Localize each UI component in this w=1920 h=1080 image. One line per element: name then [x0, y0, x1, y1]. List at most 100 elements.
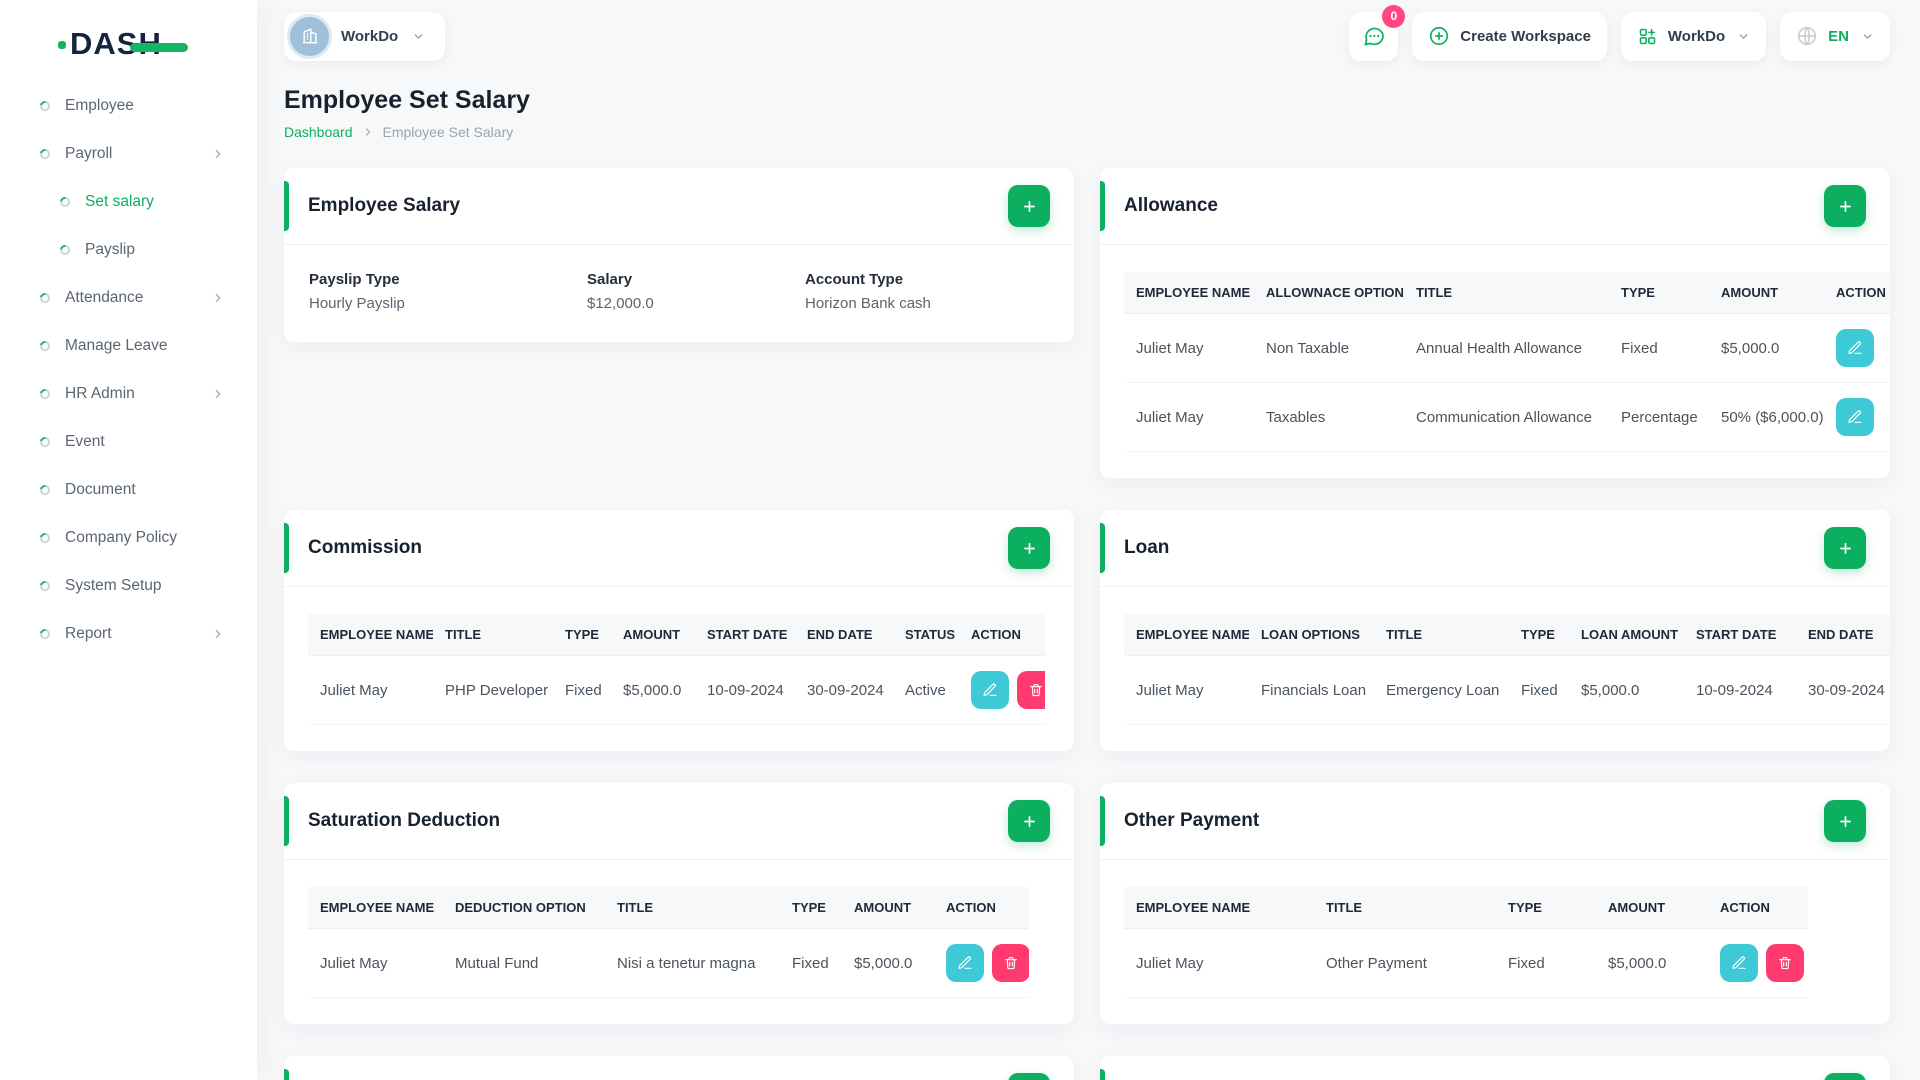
sidebar-item-label: HR Admin: [65, 385, 135, 402]
topbar: WorkDo 0 Create Workspace WorkDo EN: [284, 0, 1890, 72]
action-cell: [1708, 928, 1808, 998]
breadcrumb-separator-icon: [362, 126, 374, 138]
allowance-table: EMPLOYEE NAME ALLOWNACE OPTION TITLE TYPE AM…: [1124, 272, 1890, 452]
messenger-button[interactable]: 0: [1349, 4, 1406, 61]
card-header: Employee Salary: [284, 168, 1074, 244]
sidebar-item-label: System Setup: [65, 577, 162, 594]
table-row: Juliet May PHP Developer Fixed $5,000.0 10-0…: [308, 655, 1045, 725]
add-allowance-button[interactable]: [1824, 185, 1866, 227]
table-cell: Non Taxable: [1254, 313, 1404, 383]
cards-grid: Employee Salary Payslip Type Hourly Pays…: [284, 168, 1890, 1080]
add-commission-button[interactable]: [1008, 527, 1050, 569]
column-header: LOAN OPTIONS: [1249, 614, 1374, 656]
chat-bubble-icon: [1364, 27, 1384, 46]
delete-button[interactable]: [1017, 671, 1045, 709]
sidebar-item-manage-leave[interactable]: Manage Leave: [0, 322, 257, 370]
workspace-name: WorkDo: [341, 27, 399, 45]
sidebar-item-document[interactable]: Document: [0, 466, 257, 514]
table-cell: Juliet May: [308, 655, 433, 725]
table-cell: Fixed: [1509, 655, 1569, 725]
table-cell: Fixed: [1609, 313, 1709, 383]
sidebar-item-report[interactable]: Report: [0, 610, 257, 658]
sidebar-item-hr-admin[interactable]: HR Admin: [0, 370, 257, 418]
app-logo[interactable]: DASH: [58, 26, 188, 62]
column-header: TYPE: [553, 614, 611, 656]
sidebar-item-set-salary[interactable]: Set salary: [0, 178, 257, 226]
column-header: EMPLOYEE NAME: [1124, 887, 1314, 929]
chevron-right-icon: [211, 387, 225, 401]
allowance-card: Allowance EMPLOYEE NAME ALLOWNACE OPTION T…: [1100, 168, 1890, 478]
table-cell: Taxables: [1254, 382, 1404, 452]
table-cell: Other Payment: [1314, 928, 1496, 998]
sidebar-item-company-policy[interactable]: Company Policy: [0, 514, 257, 562]
saturation-table: EMPLOYEE NAME DEDUCTION OPTION TITLE TYPE AM…: [308, 887, 1029, 998]
edit-button[interactable]: [1836, 329, 1874, 367]
sidebar-item-attendance[interactable]: Attendance: [0, 274, 257, 322]
workspace-avatar: [290, 16, 329, 56]
table-cell: $5,000.0: [842, 928, 934, 998]
field-value: Hourly Payslip: [309, 295, 405, 312]
delete-button[interactable]: [992, 944, 1029, 982]
sidebar-item-label: Employee: [65, 97, 134, 114]
sidebar-item-payslip[interactable]: Payslip: [0, 226, 257, 274]
add-loan-button[interactable]: [1824, 527, 1866, 569]
chevron-down-icon: [412, 30, 425, 43]
workdo-apps-button[interactable]: WorkDo: [1620, 11, 1767, 61]
edit-button[interactable]: [971, 671, 1009, 709]
grid-plus-icon: [1637, 26, 1658, 47]
table-cell: PHP Developer: [433, 655, 553, 725]
loan-table-wrap: EMPLOYEE NAME LOAN OPTIONS TITLE TYPE LOAN A…: [1100, 587, 1890, 751]
action-cell: [934, 928, 1029, 998]
sidebar-item-label: Set salary: [85, 193, 154, 210]
workspace-selector[interactable]: WorkDo: [284, 11, 446, 61]
edit-button[interactable]: [1720, 944, 1758, 982]
allowance-table-wrap: EMPLOYEE NAME ALLOWNACE OPTION TITLE TYPE AM…: [1100, 245, 1890, 478]
add-other-payment-button[interactable]: [1824, 800, 1866, 842]
bullet-icon: [38, 531, 52, 545]
plus-icon: [1839, 542, 1851, 554]
bullet-icon: [38, 627, 52, 641]
table-cell: $5,000.0: [1569, 655, 1684, 725]
sidebar-item-event[interactable]: Event: [0, 418, 257, 466]
language-selector[interactable]: EN: [1780, 11, 1890, 61]
card-title: Allowance: [1124, 195, 1218, 216]
column-header: TITLE: [1314, 887, 1496, 929]
action-cell: [1824, 382, 1890, 452]
column-header: TITLE: [1374, 614, 1509, 656]
sidebar-item-label: Attendance: [65, 289, 144, 306]
edit-button[interactable]: [1836, 398, 1874, 436]
table-cell: Mutual Fund: [443, 928, 605, 998]
column-header: ACTION: [1708, 887, 1808, 929]
column-header: TITLE: [1404, 272, 1609, 314]
chevron-right-icon: [211, 291, 225, 305]
delete-button[interactable]: [1766, 944, 1804, 982]
table-cell: 10-09-2024: [695, 655, 795, 725]
sidebar-item-label: Payroll: [65, 145, 113, 162]
bullet-icon: [58, 243, 72, 257]
sidebar-item-label: Payslip: [85, 241, 135, 258]
sidebar-item-label: Document: [65, 481, 136, 498]
other-payment-table-wrap: EMPLOYEE NAME TITLE TYPE AMOUNT ACTION Juliet…: [1100, 860, 1890, 1024]
add-saturation-deduction-button[interactable]: [1008, 800, 1050, 842]
payslip-type-field: Payslip Type Hourly Payslip: [309, 271, 587, 312]
table-row: Juliet May Mutual Fund Nisi a tenetur magn…: [308, 928, 1029, 998]
sidebar-item-payroll[interactable]: Payroll: [0, 130, 257, 178]
card-header: Commission: [284, 510, 1074, 586]
edit-button[interactable]: [946, 944, 984, 982]
commission-card: Commission EMPLOYEE NAME TITLE TYPE AMOUNT S…: [284, 510, 1074, 751]
card-title: Saturation Deduction: [308, 810, 501, 831]
sidebar-item-employee[interactable]: Employee: [0, 82, 257, 130]
add-overtime-button[interactable]: [1008, 1073, 1050, 1080]
add-company-contribution-button[interactable]: [1824, 1073, 1866, 1080]
add-employee-salary-button[interactable]: [1008, 185, 1050, 227]
table-cell: Emergency Loan: [1374, 655, 1509, 725]
sidebar-item-label: Event: [65, 433, 105, 450]
breadcrumb-dashboard-link[interactable]: Dashboard: [284, 124, 353, 140]
create-workspace-button[interactable]: Create Workspace: [1412, 11, 1607, 61]
field-label: Account Type: [805, 271, 904, 288]
bullet-icon: [38, 483, 52, 497]
table-cell: 50% ($6,000.0): [1709, 382, 1824, 452]
sidebar-nav: RetainerInvoicePurchasesProjectsAccounti…: [0, 78, 257, 658]
topbar-actions: 0 Create Workspace WorkDo EN: [1349, 4, 1890, 61]
sidebar-item-system-setup[interactable]: System Setup: [0, 562, 257, 610]
